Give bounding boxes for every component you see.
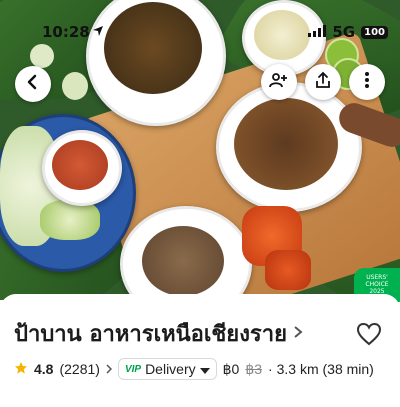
eggplant [30,44,54,68]
favorite-button[interactable] [356,322,382,348]
reviews-chevron-icon [106,361,112,377]
status-bar: 10:28 5G 100 [0,0,400,41]
more-vertical-icon [364,71,370,93]
delivery-mode-label: Delivery [145,361,196,377]
vip-label: VIP [124,363,142,375]
status-time: 10:28 [42,23,90,41]
restaurant-title-row[interactable]: ป้าบาน อาหารเหนือเชียงราย [14,316,303,351]
restaurant-meta-row: 4.8 (2281) VIP Delivery ฿0 ฿3 · 3.3 km (… [14,358,374,380]
share-button[interactable] [305,64,341,100]
delivery-mode-select[interactable]: VIP Delivery [117,358,217,380]
star-icon [14,361,28,378]
battery-icon: 100 [361,25,388,39]
curry [234,98,338,190]
dropdown-caret-icon [199,361,210,377]
flower [265,250,311,290]
more-button[interactable] [349,64,385,100]
eggplant [62,72,88,100]
group-order-button[interactable] [261,64,297,100]
delivery-fee: ฿0 [222,360,240,377]
share-icon [314,71,332,93]
review-count[interactable]: (2281) [59,361,99,377]
distance-time: · 3.3 km (38 min) [268,361,374,377]
laab [142,226,224,296]
rating-value: 4.8 [34,361,54,377]
status-indicators: 5G 100 [308,23,388,41]
network-label: 5G [332,23,356,41]
back-button[interactable] [15,66,51,102]
cucumber [40,200,100,240]
chili-dip [52,140,108,190]
restaurant-info-sheet: ป้าบาน อาหารเหนือเชียงราย 4.8 (2281) VIP… [0,294,400,407]
restaurant-hero-image [0,0,400,300]
badge-line2: CHOICE [365,281,389,288]
original-delivery-fee: ฿3 [245,360,263,377]
add-group-icon [269,71,289,93]
chevron-right-icon [293,324,303,343]
location-arrow-icon [92,23,104,41]
battery-level: 100 [364,26,385,38]
heart-outline-icon [356,322,382,350]
restaurant-name[interactable]: ป้าบาน อาหารเหนือเชียงราย [14,316,287,351]
signal-icon [308,23,327,41]
back-arrow-icon [25,74,41,94]
badge-line1: USERS' [366,274,388,281]
